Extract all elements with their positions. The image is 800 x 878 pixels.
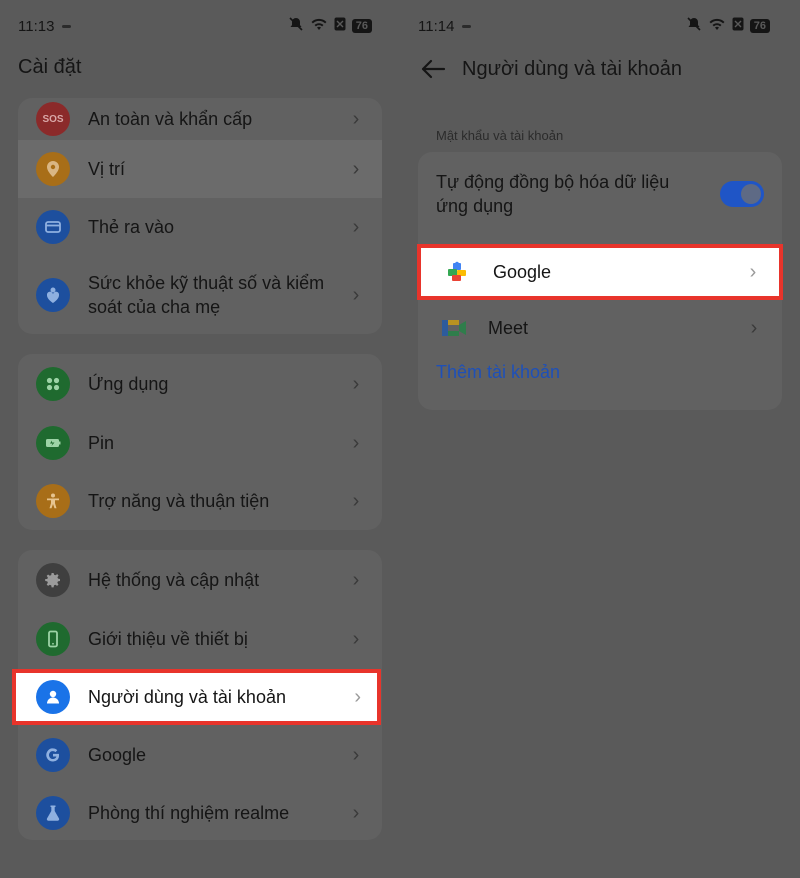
settings-screen: 11:13 76 Cài đặt SOS An toàn và khẩn cấp… [0,0,400,878]
settings-item-location[interactable]: Vị trí › [18,140,382,198]
auto-sync-toggle[interactable] [720,181,764,207]
settings-item-label: Vị trí [88,159,126,179]
settings-item-label: Phòng thí nghiệm realme [88,803,290,823]
apps-grid-icon [36,367,70,401]
section-label: Mật khẩu và tài khoản [436,128,564,143]
phone-icon [36,622,70,656]
settings-item-system[interactable]: Hệ thống và cập nhật › [18,550,382,610]
chevron-right-icon: › [352,157,360,180]
google-icon [36,738,70,772]
add-account-row[interactable]: Thêm tài khoản [418,356,782,406]
settings-group-1: SOS An toàn và khẩn cấp › Vị trí › Thẻ r… [18,98,382,334]
add-account-link[interactable]: Thêm tài khoản [436,362,560,383]
status-dash [62,24,72,28]
settings-item-users-accounts[interactable]: Người dùng và tài khoản › [12,669,381,725]
auto-sync-row[interactable]: Tự động đồng bộ hóa dữ liệu ứng dụng [418,152,782,236]
settings-item-battery[interactable]: Pin › [18,414,382,472]
settings-item-label: Google [88,745,147,765]
settings-item-label: Ứng dụng [88,374,169,394]
settings-item-realme-lab[interactable]: Phòng thí nghiệm realme › [18,784,382,840]
chevron-right-icon: › [352,431,360,454]
chevron-right-icon: › [352,283,360,306]
back-arrow-icon[interactable] [420,58,446,85]
mute-icon [288,16,304,36]
account-item-google[interactable]: Google › [417,244,783,300]
meet-icon [436,310,472,346]
gear-icon [36,563,70,597]
wifi-icon [708,17,726,35]
nfc-icon [334,17,346,35]
settings-item-digital-wellbeing[interactable]: Sức khỏe kỹ thuật số và kiểm soát của ch… [18,256,382,334]
chevron-right-icon: › [352,743,360,766]
settings-item-accessibility[interactable]: Trợ năng và thuận tiện › [18,472,382,530]
wifi-icon [310,17,328,35]
chevron-right-icon: › [352,801,360,824]
settings-item-label: Hệ thống và cập nhật [88,570,260,590]
toggle-knob [741,184,761,204]
accessibility-icon [36,484,70,518]
status-time: 11:14 [418,17,455,35]
status-time: 11:13 [18,17,55,35]
status-dash [462,24,472,28]
settings-item-label: Giới thiệu về thiết bị [88,629,248,649]
page-title: Cài đặt [18,56,82,78]
account-label: Meet [488,318,529,338]
nfc-icon [732,17,744,35]
mute-icon [686,16,702,36]
battery-icon [36,426,70,460]
settings-group-2: Ứng dụng › Pin › Trợ năng và thuận tiện … [18,354,382,530]
settings-item-access-card[interactable]: Thẻ ra vào › [18,198,382,256]
settings-item-label: Trợ năng và thuận tiện [88,491,270,511]
settings-item-label: Người dùng và tài khoản [88,686,286,707]
chevron-right-icon: › [352,489,360,512]
status-bar: 11:13 76 [18,12,372,40]
settings-item-label: Thẻ ra vào [88,217,175,237]
auto-sync-label: Tự động đồng bộ hóa dữ liệu ứng dụng [436,172,670,216]
chevron-right-icon: › [750,316,758,339]
battery-level: 76 [749,19,770,33]
chevron-right-icon: › [352,107,360,130]
chevron-right-icon: › [749,260,757,283]
user-icon [36,680,70,714]
settings-item-google[interactable]: Google › [18,726,382,784]
settings-item-label: An toàn và khẩn cấp [88,109,253,129]
sos-icon: SOS [36,102,70,136]
chevron-right-icon: › [354,685,361,708]
card-icon [36,210,70,244]
chevron-right-icon: › [352,215,360,238]
chevron-right-icon: › [352,372,360,395]
heart-person-icon [36,278,70,312]
settings-item-label: Pin [88,433,115,453]
flask-icon [36,796,70,830]
battery-level: 76 [351,19,372,33]
page-title: Người dùng và tài khoản [462,58,682,80]
account-item-meet[interactable]: Meet › [418,300,782,356]
settings-item-label: Sức khỏe kỹ thuật số và kiểm soát của ch… [88,273,325,317]
chevron-right-icon: › [352,568,360,591]
google-puzzle-icon [443,258,471,286]
location-pin-icon [36,152,70,186]
chevron-right-icon: › [352,627,360,650]
account-label: Google [493,261,552,282]
settings-item-about-device[interactable]: Giới thiệu về thiết bị › [18,610,382,668]
settings-item-safety[interactable]: SOS An toàn và khẩn cấp › [18,98,382,140]
settings-item-apps[interactable]: Ứng dụng › [18,354,382,414]
status-bar: 11:14 76 [418,12,770,40]
